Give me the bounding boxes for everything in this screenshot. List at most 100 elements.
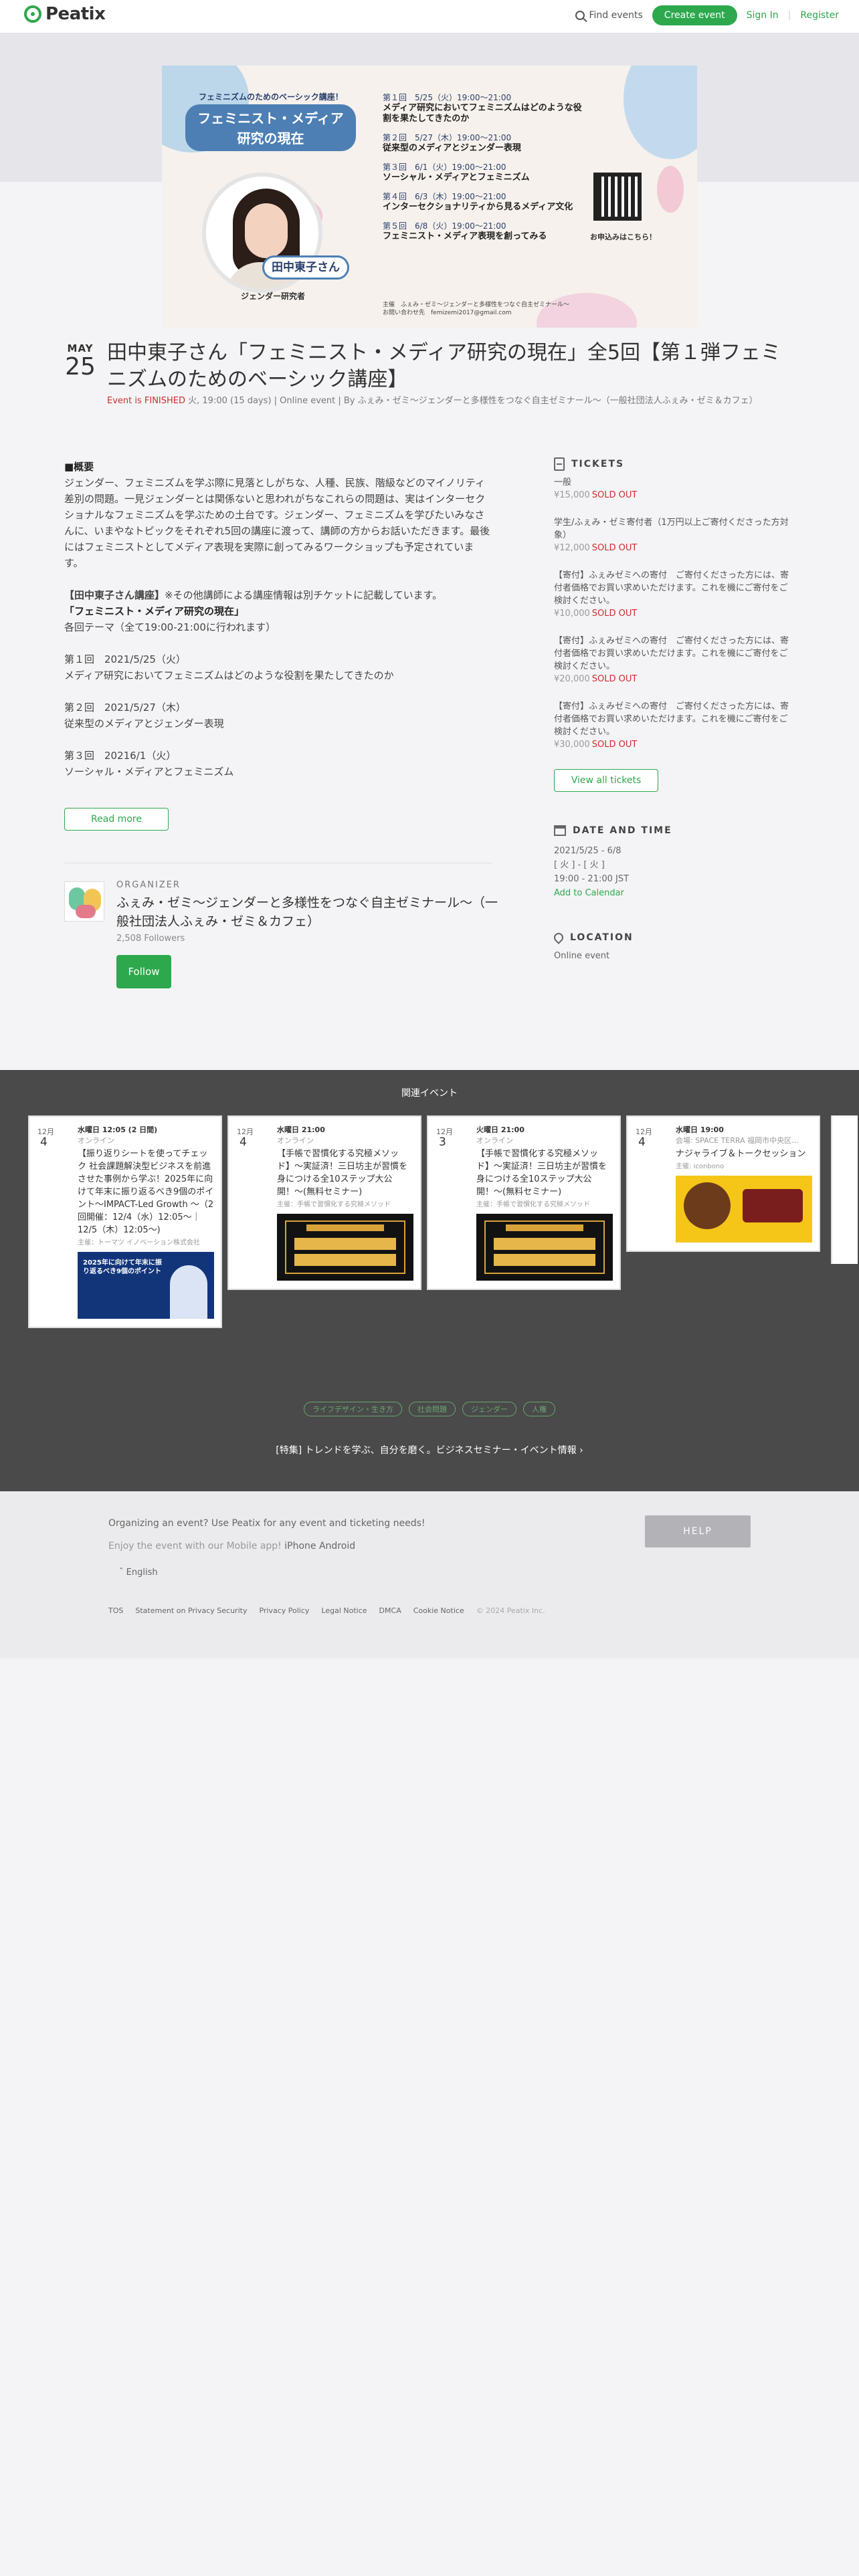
ticket-item: 一般 ¥15,000 SOLD OUT (554, 476, 795, 502)
banner-title-line1: フェミニスト・メディア (197, 110, 344, 126)
footer-link-tos[interactable]: TOS (108, 1606, 123, 1615)
card-organizer: 主催：手帳で習慣化する究極メソッド (277, 1201, 391, 1208)
follow-button[interactable]: Follow (116, 955, 171, 988)
footer-link-privacy-policy[interactable]: Privacy Policy (259, 1606, 309, 1615)
related-event-card[interactable]: 12月 4 水曜日 12:05 (2 日間) オンライン 【振り返りシートを使っ… (28, 1115, 222, 1328)
add-to-calendar-link[interactable]: Add to Calendar (554, 886, 629, 900)
sign-in-link[interactable]: Sign In (747, 10, 779, 21)
help-button[interactable]: HELP (645, 1515, 751, 1547)
event-banner-image: フェミニズムのためのベーシック講座！ フェミニスト・メディア 研究の現在 田中東… (162, 66, 697, 328)
thumbnail-label (743, 1189, 803, 1222)
card-body: 火曜日 21:00 オンライン 【手帳で習慣化する究極メソッド】〜実証済！三日坊… (476, 1125, 613, 1281)
banner-title: フェミニスト・メディア 研究の現在 (185, 104, 356, 151)
card-organizer: 主催：トーマツ イノベーション株式会社 (78, 1239, 200, 1247)
related-event-card[interactable]: 12月 4 水曜日 19:00 会場: SPACE TERRA 福岡市中央区… … (626, 1115, 820, 1252)
time-range: 19:00 - 21:00 JST (554, 874, 630, 884)
banner-footer: 主催 ふぇみ・ゼミ〜ジェンダーと多様性をつなぐ自主ゼミナール〜 お問い合わせ先 … (383, 301, 624, 317)
organizer-avatar[interactable] (64, 881, 104, 922)
tag-link[interactable]: ジェンダー (462, 1402, 516, 1416)
session-topic: ソーシャル・メディアとフェミニズム (383, 173, 530, 183)
speaker-name-tag: 田中東子さん (262, 255, 349, 280)
header-nav: Find events Create event Sign In | Regis… (575, 5, 839, 25)
page-background (0, 1658, 859, 2576)
organizer-name[interactable]: ふぇみ・ゼミ〜ジェンダーと多様性をつなぐ自主ゼミナール〜（一般社団法人ふぇみ・ゼ… (116, 893, 498, 931)
find-events-link[interactable]: Find events (575, 10, 643, 21)
card-venue: 会場: SPACE TERRA 福岡市中央区… (676, 1136, 799, 1145)
feature-link[interactable]: [特集] トレンドを学ぶ、自分を磨く。ビジネスセミナー・イベント情報 › (0, 1443, 859, 1457)
ticket-icon (554, 457, 565, 471)
tag-link[interactable]: 人権 (523, 1402, 555, 1416)
card-thumbnail (476, 1214, 613, 1281)
session-1-date: 第１回 2021/5/25（火） (64, 653, 186, 665)
card-venue: オンライン (476, 1136, 513, 1145)
chevron-up-icon: ˆ (119, 1568, 124, 1578)
android-link[interactable]: Android (319, 1541, 355, 1551)
ticket-price-line: ¥15,000 SOLD OUT (554, 489, 795, 502)
tickets-heading-label: TICKETS (571, 459, 625, 469)
session-2-topic: 従来型のメディアとジェンダー表現 (64, 718, 224, 730)
ticket-name: 【寄付】ふぇみゼミへの寄付 ご寄付くださった方には、寄付者価格でお買い求めいただ… (554, 570, 789, 606)
course-note: ※その他講師による講座情報は別チケットに記載しています。 (165, 589, 443, 601)
chevron-right-icon: › (579, 1445, 583, 1456)
session-2-date: 第２回 2021/5/27（木） (64, 702, 186, 714)
event-date-badge: MAY 25 (64, 342, 96, 380)
banner-session: 第２回 5/27（木）19:00〜21:00 従来型のメディアとジェンダー表現 (383, 132, 583, 154)
session-topic: フェミニスト・メディア表現を創ってみる (383, 231, 547, 241)
tag-link[interactable]: 社会問題 (409, 1402, 456, 1416)
description-section-heading: ■概要 (64, 461, 94, 473)
iphone-link[interactable]: iPhone (284, 1541, 316, 1551)
related-event-card[interactable]: 12月 3 火曜日 21:00 オンライン 【手帳で習慣化する究極メソッド】〜実… (427, 1115, 621, 1290)
session-when: 第１回 5/25（火）19:00〜21:00 (383, 93, 512, 102)
language-selector[interactable]: ˆ English (119, 1568, 158, 1578)
event-description: ■概要 ジェンダー、フェミニズムを学ぶ際に見落としがちな、人種、民族、階級などの… (64, 459, 492, 780)
read-more-button[interactable]: Read more (64, 808, 169, 831)
footer-link-legal-notice[interactable]: Legal Notice (321, 1606, 367, 1615)
peatix-logo[interactable]: Peatix (24, 4, 106, 24)
related-event-card[interactable]: 12月 4 水曜日 21:00 オンライン 【手帳で習慣化する究極メソッド】〜実… (227, 1115, 421, 1290)
ticket-name: 学生/ふぇみ・ゼミ寄付者（1万円以上ご寄付くださった方対象） (554, 518, 789, 540)
session-topic: メディア研究においてフェミニズムはどのような役割を果たしてきたのか (383, 103, 582, 124)
language-label: English (126, 1568, 158, 1578)
session-when: 第３回 6/1（火）19:00〜21:00 (383, 163, 506, 172)
sold-out-label: SOLD OUT (591, 740, 638, 750)
qr-caption: お申込みはこちら！ (590, 233, 656, 241)
footer-link-privacy-security[interactable]: Statement on Privacy Security (135, 1606, 247, 1615)
card-day: 4 (638, 1136, 646, 1149)
session-when: 第２回 5/27（木）19:00〜21:00 (383, 133, 512, 142)
card-title: 【手帳で習慣化する究極メソッド】〜実証済！三日坊主が習慣を身につける全10ステッ… (277, 1149, 408, 1197)
ticket-price: ¥30,000 (554, 740, 590, 750)
view-all-tickets-button[interactable]: View all tickets (554, 769, 658, 792)
organizer-followers: 2,508 Followers (116, 934, 185, 944)
banner-footer-line: 主催 ふぇみ・ゼミ〜ジェンダーと多様性をつなぐ自主ゼミナール〜 (383, 302, 570, 308)
site-footer: Organizing an event? Use Peatix for any … (0, 1491, 859, 1658)
next-card-peek[interactable] (831, 1115, 858, 1264)
footer-link-dmca[interactable]: DMCA (379, 1606, 401, 1615)
create-event-button[interactable]: Create event (652, 5, 737, 25)
date-time-heading: DATE AND TIME (554, 825, 672, 836)
tag-link[interactable]: ライフデザイン・生き方 (304, 1402, 402, 1416)
peatix-logo-icon (24, 5, 41, 23)
event-day: 25 (65, 353, 96, 381)
ticket-name: 一般 (554, 477, 572, 488)
copyright: © 2024 Peatix Inc. (476, 1606, 545, 1615)
footer-link-cookie-notice[interactable]: Cookie Notice (413, 1606, 464, 1615)
qr-code-icon (593, 173, 642, 221)
sold-out-label: SOLD OUT (591, 609, 638, 619)
card-day: 4 (40, 1136, 47, 1149)
date-time-details: 2021/5/25 - 6/8 [ 火 ] - [ 火 ] 19:00 - 21… (554, 844, 629, 900)
nav-separator: | (787, 10, 791, 21)
sold-out-label: SOLD OUT (591, 543, 638, 553)
card-title: 【手帳で習慣化する究極メソッド】〜実証済！三日坊主が習慣を身につける全10ステッ… (476, 1149, 607, 1197)
session-3-topic: ソーシャル・メディアとフェミニズム (64, 766, 234, 778)
banner-session: 第４回 6/3（木）19:00〜21:00 インターセクショナリティから見るメディ… (383, 191, 583, 213)
register-link[interactable]: Register (800, 10, 839, 21)
card-day: 3 (439, 1136, 446, 1149)
portrait-face (245, 203, 288, 258)
date-time-heading-label: DATE AND TIME (573, 825, 672, 836)
session-topic: 従来型のメディアとジェンダー表現 (383, 143, 521, 153)
date-range: 2021/5/25 - 6/8 (554, 846, 622, 856)
card-body: 水曜日 12:05 (2 日間) オンライン 【振り返りシートを使ってチェック … (78, 1125, 214, 1319)
feature-link-label: [特集] トレンドを学ぶ、自分を磨く。ビジネスセミナー・イベント情報 (276, 1445, 577, 1456)
thumbnail-frame (285, 1220, 405, 1274)
ticket-list: 一般 ¥15,000 SOLD OUT 学生/ふぇみ・ゼミ寄付者（1万円以上ご寄付… (554, 476, 795, 766)
